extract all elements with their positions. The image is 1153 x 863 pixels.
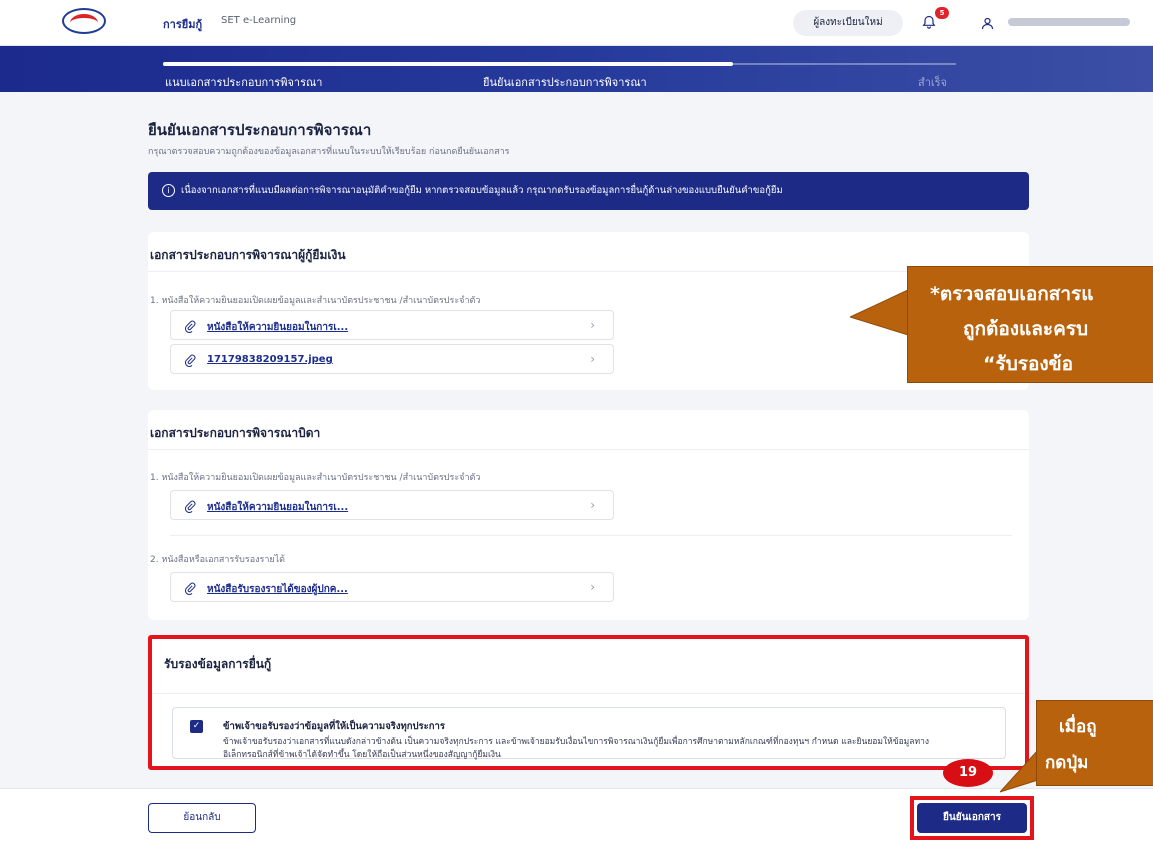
paperclip-icon <box>184 499 197 514</box>
callout-pointer <box>850 290 909 336</box>
borrower-card-title: เอกสารประกอบการพิจารณาผู้กู้ยืมเงิน <box>150 248 346 262</box>
step-number-badge: 19 <box>943 759 993 787</box>
callout-line: *ตรวจสอบเอกสารแ <box>930 283 1094 305</box>
chevron-right-icon: › <box>590 498 595 512</box>
fund-logo[interactable] <box>62 8 106 34</box>
card-title: เอกสารประกอบการพิจารณาบิดา <box>148 410 1029 450</box>
consent-text: ข้าพเจ้าขอรับรองว่าเอกสารที่แนบดังกล่าวข… <box>223 737 930 760</box>
progress-stepper: แนบเอกสารประกอบการพิจารณา ยืนยันเอกสารปร… <box>0 46 1153 92</box>
step-label-attach: แนบเอกสารประกอบการพิจารณา <box>165 76 323 89</box>
callout-line: กดปุ่ม <box>1045 753 1089 773</box>
top-navigation: การยืมกู้ SET e-Learning ผู้ลงทะเบียนใหม… <box>0 0 1153 46</box>
file-link-consent[interactable]: หนังสือให้ความยินยอมในการเ... › <box>170 490 614 520</box>
step-label-confirm: ยืนยันเอกสารประกอบการพิจารณา <box>483 76 647 89</box>
document-label: 2. หนังสือหรือเอกสารรับรองรายได้ <box>150 555 286 565</box>
consent-checkbox[interactable]: ✓ <box>190 720 203 733</box>
callout-check-documents: *ตรวจสอบเอกสารแ ถูกต้องและครบ “รับรองข้อ <box>907 266 1153 383</box>
card-title: เอกสารประกอบการพิจารณาผู้กู้ยืมเงิน <box>148 232 1029 272</box>
file-name: หนังสือให้ความยินยอมในการเ... <box>207 502 349 513</box>
consent-card: รับรองข้อมูลการยื่นกู้ ✓ ข้าพเจ้าขอรับรอ… <box>148 635 1029 770</box>
consent-heading: ข้าพเจ้าขอรับรองว่าข้อมูลที่ให้เป็นความจ… <box>223 721 445 732</box>
confirm-documents-button[interactable]: ยืนยันเอกสาร <box>917 803 1027 833</box>
chevron-right-icon: › <box>590 318 595 332</box>
paperclip-icon <box>184 353 197 368</box>
step-label-success: สำเร็จ <box>918 76 948 89</box>
chevron-right-icon: › <box>590 352 595 366</box>
callout-pointer <box>1000 750 1039 793</box>
paperclip-icon <box>184 581 197 596</box>
info-banner: i เนื่องจากเอกสารที่แนบมีผลต่อการพิจารณาอ… <box>148 172 1029 210</box>
callout-line: เมื่อถู <box>1059 717 1097 737</box>
user-name-redacted[interactable] <box>1008 18 1130 26</box>
consent-title: รับรองข้อมูลการยื่นกู้ <box>164 657 272 671</box>
info-icon: i <box>162 184 175 197</box>
confirm-button-highlight: ยืนยันเอกสาร <box>910 796 1034 840</box>
callout-press-button: เมื่อถู กดปุ่ม <box>1036 700 1153 786</box>
document-label: 1. หนังสือให้ความยินยอมเปิดเผยข้อมูลและส… <box>150 473 481 483</box>
file-name: 17179838209157.jpeg <box>207 354 333 365</box>
page-subtitle: กรุณาตรวจสอบความถูกต้องของข้อมูลเอกสารที… <box>148 147 510 157</box>
callout-line: “รับรองข้อ <box>983 353 1074 375</box>
notification-badge: 5 <box>935 7 949 19</box>
paperclip-icon <box>184 319 197 334</box>
step-progress-fill <box>163 62 733 66</box>
file-name: หนังสือรับรองรายได้ของผู้ปกค... <box>207 584 348 595</box>
register-button[interactable]: ผู้ลงทะเบียนใหม่ <box>793 10 903 36</box>
callout-line: ถูกต้องและครบ <box>963 318 1089 340</box>
user-icon[interactable] <box>981 15 994 30</box>
bottom-action-bar: ย้อนกลับ ยืนยันเอกสาร <box>0 788 1153 863</box>
bell-icon[interactable] <box>922 14 936 29</box>
nav-link-loans[interactable]: การยืมกู้ <box>163 15 202 33</box>
back-button[interactable]: ย้อนกลับ <box>148 803 256 833</box>
file-link-consent[interactable]: หนังสือให้ความยินยอมในการเ... › <box>170 310 614 340</box>
consent-option[interactable]: ✓ ข้าพเจ้าขอรับรองว่าข้อมูลที่ให้เป็นควา… <box>172 707 1006 760</box>
file-link-id-image[interactable]: 17179838209157.jpeg › <box>170 344 614 374</box>
father-documents-card: เอกสารประกอบการพิจารณาบิดา 1. หนังสือให้… <box>148 410 1029 620</box>
info-banner-text: เนื่องจากเอกสารที่แนบมีผลต่อการพิจารณาอน… <box>181 185 783 196</box>
chevron-right-icon: › <box>590 580 595 594</box>
divider <box>170 535 1012 536</box>
divider <box>152 693 1025 694</box>
page-title: ยืนยันเอกสารประกอบการพิจารณา <box>148 121 372 139</box>
nav-link-elearning[interactable]: SET e-Learning <box>221 15 296 26</box>
father-card-title: เอกสารประกอบการพิจารณาบิดา <box>150 426 321 440</box>
file-link-income[interactable]: หนังสือรับรองรายได้ของผู้ปกค... › <box>170 572 614 602</box>
document-label: 1. หนังสือให้ความยินยอมเปิดเผยข้อมูลและส… <box>150 296 481 306</box>
file-name: หนังสือให้ความยินยอมในการเ... <box>207 322 349 333</box>
